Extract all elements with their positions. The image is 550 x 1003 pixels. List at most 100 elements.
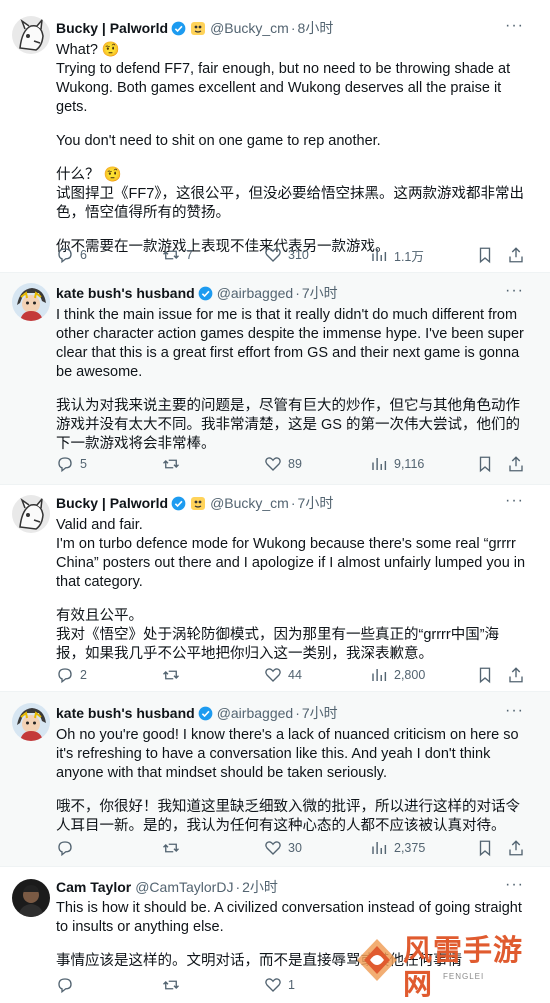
repost-button[interactable]: [162, 454, 186, 474]
display-name[interactable]: kate bush's husband: [56, 285, 195, 301]
separator-dot: ·: [290, 495, 296, 511]
more-icon[interactable]: ···: [505, 283, 524, 299]
action-bar: 6 7 310 1.1万: [56, 245, 526, 265]
reply-button[interactable]: 5: [56, 454, 87, 474]
display-name[interactable]: Bucky | Palworld: [56, 20, 168, 36]
action-bar: 5 89 9,116: [56, 454, 526, 474]
repost-count: 7: [186, 248, 193, 262]
views-button[interactable]: 2,375: [370, 838, 425, 858]
like-icon: [265, 457, 281, 471]
repost-button[interactable]: [162, 665, 186, 685]
like-button[interactable]: 1: [264, 975, 295, 995]
avatar-cam[interactable]: [12, 879, 50, 917]
tweet-3[interactable]: Bucky | Palworld @Bucky_cm · 7小时 ··· Valid …: [0, 485, 550, 691]
display-name[interactable]: Cam Taylor: [56, 879, 131, 895]
handle[interactable]: @airbagged: [217, 705, 294, 721]
bookmark-icon: [479, 667, 491, 684]
repost-button[interactable]: [162, 975, 186, 995]
tweet-2[interactable]: kate bush's husband @airbagged · 7小时 ··· I …: [0, 273, 550, 484]
timestamp[interactable]: 7小时: [302, 705, 338, 721]
repost-button[interactable]: 7: [162, 245, 193, 265]
reply-button[interactable]: 6: [56, 245, 87, 265]
views-button[interactable]: 9,116: [370, 454, 424, 474]
share-button[interactable]: [507, 245, 525, 265]
separator-dot: ·: [290, 20, 296, 36]
more-icon[interactable]: ···: [505, 877, 524, 893]
reply-icon: [58, 457, 72, 473]
like-button[interactable]: 44: [264, 665, 302, 685]
timestamp[interactable]: 2小时: [242, 879, 278, 895]
bookmark-button[interactable]: [476, 665, 494, 685]
tweet-text: Valid and fair. I'm on turbo defence mod…: [56, 517, 526, 662]
views-count: 2,375: [394, 841, 426, 855]
avatar-bucky[interactable]: [12, 495, 50, 533]
action-bar: 2 44 2,800: [56, 665, 526, 685]
like-button[interactable]: 310: [264, 245, 309, 265]
bookmark-icon: [479, 456, 491, 473]
like-count: 30: [288, 841, 302, 855]
like-button[interactable]: 30: [264, 838, 302, 858]
avatar-kate[interactable]: [12, 283, 50, 321]
like-button[interactable]: 89: [264, 454, 302, 474]
share-button[interactable]: [507, 454, 525, 474]
repost-button[interactable]: [162, 838, 186, 858]
views-button[interactable]: 1.1万: [370, 245, 424, 265]
separator-dot: ·: [235, 879, 241, 895]
affiliate-badge-icon: [190, 21, 206, 41]
watermark-text: 风雷手游网: [403, 935, 524, 1001]
reply-icon: [58, 668, 72, 684]
bookmark-button[interactable]: [476, 454, 494, 474]
like-icon: [265, 248, 281, 262]
share-icon: [509, 247, 523, 263]
bookmark-button[interactable]: [476, 245, 494, 265]
share-button[interactable]: [507, 838, 525, 858]
share-icon: [509, 667, 523, 683]
site-watermark: 风雷手游网 FENGLEI: [353, 930, 538, 1001]
views-button[interactable]: 2,800: [370, 665, 425, 685]
like-count: 1: [288, 978, 295, 992]
reply-button[interactable]: 2: [56, 665, 87, 685]
reply-button[interactable]: [56, 838, 80, 858]
handle[interactable]: @airbagged: [217, 285, 294, 301]
avatar-bucky[interactable]: [12, 16, 50, 54]
verified-badge-icon: [198, 286, 213, 306]
reply-icon: [58, 841, 72, 857]
bookmark-button[interactable]: [476, 838, 494, 858]
more-icon[interactable]: ···: [505, 18, 524, 34]
tweet-1[interactable]: Bucky | Palworld @Bucky_cm · 8小时 ··· What? …: [0, 0, 550, 272]
share-button[interactable]: [507, 665, 525, 685]
tweet-4[interactable]: kate bush's husband @airbagged · 7小时 ··· Oh…: [0, 692, 550, 866]
watermark-logo-icon: [357, 939, 397, 981]
display-name[interactable]: Bucky | Palworld: [56, 495, 168, 511]
views-icon: [372, 249, 387, 261]
reply-count: 6: [80, 248, 87, 262]
timestamp[interactable]: 7小时: [298, 495, 334, 511]
reply-icon: [58, 978, 72, 994]
separator-dot: ·: [295, 285, 300, 301]
share-icon: [509, 456, 523, 472]
verified-badge-icon: [171, 21, 186, 41]
affiliate-badge-icon: [190, 496, 206, 516]
tweet-text: I think the main issue for me is that it…: [56, 307, 524, 452]
avatar-kate[interactable]: [12, 703, 50, 741]
views-icon: [372, 842, 387, 854]
repost-icon: [163, 670, 179, 680]
bookmark-icon: [479, 840, 491, 857]
handle[interactable]: @Bucky_cm: [210, 495, 289, 511]
like-icon: [265, 668, 281, 682]
display-name[interactable]: kate bush's husband: [56, 705, 195, 721]
tweet-text: What? 🤨 Trying to defend FF7, fair enoug…: [56, 42, 525, 255]
more-icon[interactable]: ···: [505, 703, 524, 719]
more-icon[interactable]: ···: [505, 493, 524, 509]
tweet-header: kate bush's husband @airbagged · 7小时 ···: [56, 283, 538, 303]
handle[interactable]: @CamTaylorDJ: [135, 879, 233, 895]
views-icon: [372, 458, 387, 470]
repost-icon: [163, 843, 179, 853]
like-icon: [265, 841, 281, 855]
reply-button[interactable]: [56, 975, 80, 995]
timestamp[interactable]: 7小时: [302, 285, 338, 301]
views-icon: [372, 669, 387, 681]
timestamp[interactable]: 8小时: [298, 20, 334, 36]
handle[interactable]: @Bucky_cm: [210, 20, 289, 36]
like-count: 310: [288, 248, 309, 262]
